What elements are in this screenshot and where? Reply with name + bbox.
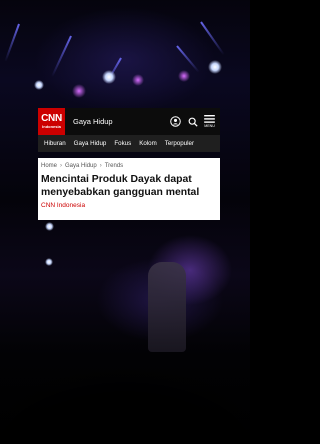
site-header: CNN Indonesia Gaya Hidup MENU bbox=[38, 108, 220, 135]
article-card[interactable]: Home › Gaya Hidup › Trends Mencintai Pro… bbox=[38, 158, 220, 220]
breadcrumb-trends[interactable]: Trends bbox=[105, 163, 123, 169]
stage-light bbox=[34, 80, 44, 90]
stage-light bbox=[72, 84, 86, 98]
stage-light bbox=[132, 74, 144, 86]
stage-light bbox=[178, 70, 190, 82]
nav-item-gaya-hidup[interactable]: Gaya Hidup bbox=[74, 140, 107, 147]
logo-text: CNN bbox=[41, 113, 62, 124]
nav-item-kolom[interactable]: Kolom bbox=[139, 140, 157, 147]
stage-light bbox=[45, 258, 53, 266]
nav-item-terpopuler[interactable]: Terpopuler bbox=[165, 140, 194, 147]
chevron-right-icon: › bbox=[99, 163, 102, 169]
stage-light bbox=[208, 60, 222, 74]
section-title[interactable]: Gaya Hidup bbox=[73, 117, 168, 126]
article-headline[interactable]: Mencintai Produk Dayak dapat menyebabkan… bbox=[41, 174, 217, 199]
breadcrumb: Home › Gaya Hidup › Trends bbox=[41, 163, 217, 169]
menu-icon bbox=[204, 115, 215, 123]
menu-label: MENU bbox=[204, 124, 215, 128]
crowd-silhouette bbox=[0, 314, 250, 444]
account-icon[interactable] bbox=[168, 115, 182, 129]
nav-bar: Hiburan Gaya Hidup Fokus Kolom Terpopule… bbox=[38, 135, 220, 152]
article-source: CNN Indonesia bbox=[41, 202, 86, 209]
breadcrumb-gaya-hidup[interactable]: Gaya Hidup bbox=[65, 163, 97, 169]
stage-light bbox=[45, 222, 54, 231]
nav-item-fokus[interactable]: Fokus bbox=[114, 140, 131, 147]
breadcrumb-home[interactable]: Home bbox=[41, 163, 57, 169]
cnn-logo[interactable]: CNN Indonesia bbox=[38, 108, 65, 135]
stage-light bbox=[102, 70, 116, 84]
menu-button[interactable]: MENU bbox=[204, 115, 215, 128]
logo-subtext: Indonesia bbox=[42, 124, 61, 129]
search-icon[interactable] bbox=[186, 115, 200, 129]
chevron-right-icon: › bbox=[60, 163, 63, 169]
nav-item-hiburan[interactable]: Hiburan bbox=[44, 140, 66, 147]
